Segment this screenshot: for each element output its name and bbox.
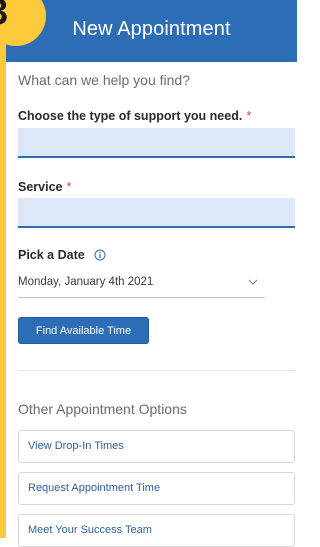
support-type-field[interactable] <box>18 128 295 158</box>
date-value: Monday, January 4th 2021 <box>18 276 154 288</box>
help-prompt: What can we help you find? <box>18 72 190 88</box>
service-label: Service * <box>18 180 71 194</box>
support-type-label: Choose the type of support you need. * <box>18 109 251 123</box>
service-label-text: Service <box>18 180 63 194</box>
required-marker: * <box>66 180 72 194</box>
chevron-down-icon <box>248 279 258 285</box>
meet-success-team-button[interactable]: Meet Your Success Team <box>18 514 295 547</box>
view-drop-in-times-button[interactable]: View Drop-In Times <box>18 430 295 463</box>
appointment-panel: New Appointment What can we help you fin… <box>6 0 297 547</box>
date-select[interactable]: Monday, January 4th 2021 <box>18 268 265 298</box>
page-title: New Appointment <box>72 18 231 40</box>
service-field[interactable] <box>18 198 295 228</box>
info-icon[interactable] <box>94 249 106 261</box>
support-type-label-text: Choose the type of support you need. <box>18 109 243 123</box>
header-bar: New Appointment <box>6 0 297 62</box>
section-divider <box>18 370 295 371</box>
date-label-text: Pick a Date <box>18 248 85 262</box>
request-appointment-time-button[interactable]: Request Appointment Time <box>18 472 295 505</box>
step-number: 3 <box>0 0 8 33</box>
date-label: Pick a Date <box>18 248 106 262</box>
required-marker: * <box>246 109 252 123</box>
other-options-heading: Other Appointment Options <box>18 401 187 417</box>
find-available-time-button[interactable]: Find Available Time <box>18 317 149 344</box>
